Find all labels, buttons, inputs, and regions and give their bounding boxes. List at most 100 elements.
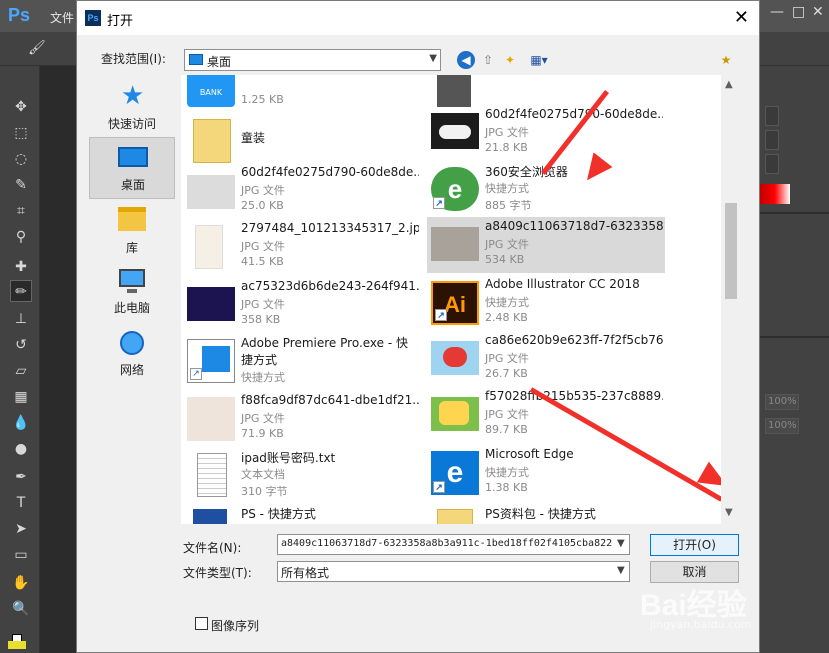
quick-mask-icon[interactable]: [8, 641, 26, 649]
shortcut-arrow-icon: ↗: [433, 481, 445, 493]
image-icon: [187, 397, 235, 441]
place-network[interactable]: 网络: [89, 329, 175, 391]
dialog-titlebar: Ps 打开 ✕: [77, 1, 759, 35]
file-item[interactable]: ipad账号密码.txt 文本文档 310 字节: [183, 447, 421, 503]
filetype-select[interactable]: 所有格式: [277, 561, 630, 582]
file-item[interactable]: Ai ↗ Adobe Illustrator CC 2018 快捷方式 2.48 …: [427, 275, 665, 331]
ps-toolbar: ✥ ⬚ ◌ ✎ ⌗ ⚲ ✚ ✏ ⊥ ↺ ▱ ▦ 💧 ● ✒ T ➤ ▭ ✋ 🔍: [0, 66, 40, 653]
cartoon-graphic: [439, 401, 469, 425]
file-item-selected[interactable]: a8409c11063718d7-6323358... JPG 文件 534 K…: [427, 217, 665, 273]
close-button[interactable]: ✕: [812, 4, 824, 20]
scroll-down-icon[interactable]: ▼: [725, 507, 733, 518]
file-type: JPG 文件: [241, 412, 285, 425]
menu-file[interactable]: 文件: [50, 9, 74, 26]
file-type: JPG 文件: [485, 238, 529, 251]
image-sequence-checkbox[interactable]: [195, 617, 208, 630]
hand-tool-icon[interactable]: ✋: [10, 572, 32, 594]
healing-brush-icon[interactable]: ✚: [10, 256, 32, 278]
file-type: JPG 文件: [241, 240, 285, 253]
scrollbar-thumb[interactable]: [725, 203, 737, 299]
place-label: 快速访问: [107, 117, 156, 131]
scroll-up-icon[interactable]: ▲: [725, 79, 733, 90]
file-name: Adobe Illustrator CC 2018: [485, 277, 640, 291]
fill-field[interactable]: 100%: [765, 418, 799, 434]
file-list[interactable]: BANK ... 1.25 KB 童装 60d2f4fe0275d790-60d…: [181, 75, 741, 524]
file-item[interactable]: f88fca9df87dc641-dbe1df21... JPG 文件 71.9…: [183, 391, 421, 447]
place-desktop[interactable]: 桌面: [89, 137, 175, 199]
file-item[interactable]: ca86e620b9e623ff-7f2f5cb76... JPG 文件 26.…: [427, 331, 665, 387]
filetype-label: 文件类型(T):: [183, 566, 252, 580]
crop-tool-icon[interactable]: ⌗: [10, 200, 32, 222]
up-folder-icon[interactable]: ⇧: [479, 51, 497, 69]
file-size: 71.9 KB: [241, 427, 284, 440]
file-size: 885 字节: [485, 199, 532, 212]
file-item[interactable]: 60d2f4fe0275d790-60de8de... JPG 文件 21.8 …: [427, 105, 665, 161]
dialog-close-button[interactable]: ✕: [734, 7, 749, 28]
illustrator-icon: Ai ↗: [431, 281, 479, 325]
blur-tool-icon[interactable]: 💧: [10, 412, 32, 434]
file-item[interactable]: BANK ... 1.25 KB: [183, 75, 421, 113]
path-select-icon[interactable]: ➤: [10, 518, 32, 540]
gradient-icon[interactable]: ▦: [10, 386, 32, 408]
history-brush-icon[interactable]: ↺: [10, 334, 32, 356]
folder-star-icon[interactable]: ★: [717, 51, 735, 69]
type-tool-icon[interactable]: T: [10, 492, 32, 514]
file-item[interactable]: ↗ Adobe Premiere Pro.exe - 快捷方式 快捷方式: [183, 333, 421, 391]
new-folder-icon[interactable]: ✦: [501, 51, 519, 69]
minimize-button[interactable]: —: [770, 4, 784, 20]
library-icon: [118, 207, 146, 231]
opacity-field[interactable]: 100%: [765, 394, 799, 410]
zoom-tool-icon[interactable]: 🔍: [10, 598, 32, 620]
desktop-folder-icon: [189, 54, 203, 65]
look-in-value: 桌面: [207, 55, 232, 69]
network-icon: [120, 331, 144, 355]
file-item[interactable]: PS - 快捷方式: [183, 503, 421, 524]
text-file-icon: [197, 453, 227, 497]
baidu-url: jingyan.baidu.com: [650, 618, 752, 631]
maximize-button[interactable]: □: [792, 4, 805, 20]
move-tool-icon[interactable]: ✥: [10, 96, 32, 118]
place-this-pc[interactable]: 此电脑: [89, 265, 175, 327]
file-name: 2797484_101213345317_2.jpg: [241, 221, 419, 235]
quick-select-icon[interactable]: ✎: [10, 174, 32, 196]
look-in-dropdown[interactable]: 桌面 ▼: [184, 49, 441, 71]
folder-shortcut-icon: [437, 509, 473, 524]
file-item[interactable]: e ↗ Microsoft Edge 快捷方式 1.38 KB: [427, 445, 665, 501]
open-button[interactable]: 打开(O): [650, 534, 739, 556]
lasso-tool-icon[interactable]: ◌: [10, 148, 32, 170]
file-size: 1.25 KB: [241, 93, 284, 106]
open-dialog: Ps 打开 ✕ 查找范围(I): 桌面 ▼ ◀ ⇧ ✦ ▦▾ ★ ★ 快速访问 …: [76, 0, 760, 653]
file-item[interactable]: 2797484_101213345317_2.jpg JPG 文件 41.5 K…: [183, 219, 421, 275]
dodge-tool-icon[interactable]: ●: [10, 438, 32, 460]
chevron-down-icon[interactable]: ▼: [617, 565, 625, 576]
edge-icon: e ↗: [431, 451, 479, 495]
file-item[interactable]: PS资料包 - 快捷方式: [427, 503, 665, 524]
view-menu-icon[interactable]: ▦▾: [525, 51, 553, 69]
panel-divider: [760, 336, 829, 338]
file-item[interactable]: 60d2f4fe0275d790-60de8de... JPG 文件 25.0 …: [183, 163, 421, 219]
eyedropper-icon[interactable]: ⚲: [10, 226, 32, 248]
rice-graphic: [439, 125, 471, 139]
file-type: JPG 文件: [485, 352, 529, 365]
color-ramp[interactable]: [760, 184, 790, 204]
ps-logo: Ps: [8, 5, 31, 25]
places-bar: ★ 快速访问 桌面 库 此电脑 网络: [89, 75, 177, 525]
stamp-tool-icon[interactable]: ⊥: [10, 308, 32, 330]
shape-tool-icon[interactable]: ▭: [10, 544, 32, 566]
filename-dropdown-icon[interactable]: ▼: [617, 538, 625, 549]
brush-tool-icon[interactable]: ✏: [10, 280, 32, 302]
panel-field: [765, 130, 779, 150]
eraser-icon[interactable]: ▱: [10, 360, 32, 382]
file-item[interactable]: 童装: [183, 113, 421, 169]
filename-input[interactable]: a8409c11063718d7-6323358a8b3a911c-1bed18…: [277, 534, 630, 555]
back-icon[interactable]: ◀: [457, 51, 475, 69]
place-quick-access[interactable]: ★ 快速访问: [89, 77, 175, 139]
place-library[interactable]: 库: [89, 201, 175, 263]
file-list-scrollbar[interactable]: ▲ ▼: [721, 75, 741, 524]
file-name: 60d2f4fe0275d790-60de8de...: [485, 107, 663, 121]
pen-tool-icon[interactable]: ✒: [10, 466, 32, 488]
shortcut-icon: [193, 509, 227, 524]
file-item[interactable]: ac75323d6b6de243-264f941... JPG 文件 358 K…: [183, 277, 421, 333]
marquee-tool-icon[interactable]: ⬚: [10, 122, 32, 144]
brush-preset-icon[interactable]: 🖌: [28, 40, 46, 56]
